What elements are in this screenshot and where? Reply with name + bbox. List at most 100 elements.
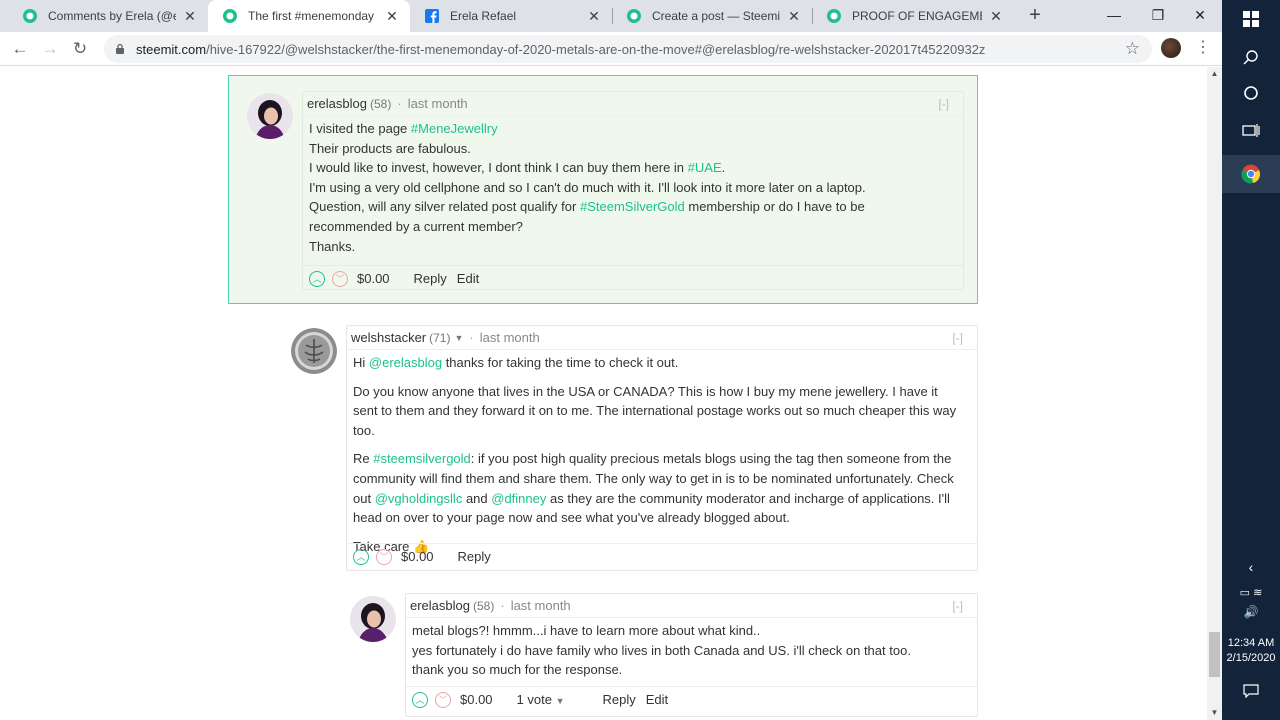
edit-link[interactable]: Edit bbox=[646, 692, 668, 707]
votes-count[interactable]: 1 vote ▼ bbox=[517, 692, 565, 707]
forward-button[interactable]: → bbox=[38, 37, 62, 61]
downvote-icon[interactable]: ﹀ bbox=[332, 270, 348, 287]
comment-paragraph: Do you know anyone that lives in the USA… bbox=[353, 382, 963, 441]
minimize-button[interactable]: — bbox=[1092, 0, 1136, 32]
url-path: /hive-167922/@welshstacker/the-first-men… bbox=[206, 41, 986, 57]
new-tab-button[interactable]: + bbox=[1024, 4, 1046, 26]
page-scrollbar[interactable]: ▲ ▼ bbox=[1207, 67, 1222, 720]
tag-link[interactable]: #MeneJewellry bbox=[411, 121, 498, 136]
bookmark-star-icon[interactable]: ☆ bbox=[1125, 39, 1140, 59]
tag-link[interactable]: @erelasblog bbox=[369, 355, 442, 370]
browser-tab-active[interactable]: The first #menemonday of 2 ✕ bbox=[208, 0, 410, 32]
reply-link[interactable]: Reply bbox=[603, 692, 636, 707]
collapse-button[interactable]: [-] bbox=[952, 599, 963, 613]
comment-line: thank you so much for the response. bbox=[412, 660, 963, 680]
comment-footer: ︿ ﹀ $0.00 Reply bbox=[347, 543, 977, 569]
upvote-icon[interactable]: ︿ bbox=[353, 548, 369, 565]
edit-link[interactable]: Edit bbox=[457, 271, 479, 286]
comment-timestamp[interactable]: last month bbox=[408, 96, 468, 111]
comment-text: metal blogs?! hmmm...i have to learn mor… bbox=[412, 623, 761, 638]
comment-box: welshstacker (71) ▼ · last month [-] Hi … bbox=[346, 325, 978, 571]
comment-text: and bbox=[462, 490, 492, 506]
scrollbar-thumb[interactable] bbox=[1209, 632, 1220, 677]
author-reputation: (58) bbox=[473, 598, 495, 613]
browser-tab[interactable]: Erela Refael ✕ bbox=[410, 0, 612, 32]
comment-text: . bbox=[721, 160, 726, 176]
browser-toolbar: ← → ↻ steemit.com/hive-167922/@welshstac… bbox=[0, 32, 1222, 66]
tag-link[interactable]: @dfinney bbox=[491, 491, 546, 506]
reply-link[interactable]: Reply bbox=[414, 271, 447, 286]
comment-body: I visited the page #MeneJewellry Their pr… bbox=[309, 119, 949, 256]
browser-tab[interactable]: Comments by Erela (@erelas ✕ bbox=[8, 0, 208, 32]
chrome-taskbar-icon[interactable] bbox=[1222, 155, 1280, 193]
payout-value[interactable]: $0.00 bbox=[460, 692, 493, 707]
comment-line: yes fortunately i do have family who liv… bbox=[412, 641, 963, 661]
close-window-button[interactable]: ✕ bbox=[1178, 0, 1222, 32]
comment-text: yes fortunately i do have family who liv… bbox=[412, 642, 911, 658]
steemit-icon bbox=[827, 9, 841, 23]
close-icon[interactable]: ✕ bbox=[182, 8, 198, 25]
downvote-icon[interactable]: ﹀ bbox=[435, 691, 451, 708]
browser-tab[interactable]: Create a post — Steemit ✕ bbox=[612, 0, 812, 32]
tag-link[interactable]: #steemsilvergold bbox=[373, 451, 471, 466]
clock-time: 12:34 AM bbox=[1227, 637, 1275, 649]
separator-dot: · bbox=[469, 330, 474, 345]
tab-title: Comments by Erela (@erelas bbox=[48, 9, 176, 23]
windows-start-icon[interactable] bbox=[1222, 0, 1280, 38]
comment-line: Thanks. bbox=[309, 237, 949, 257]
profile-avatar[interactable] bbox=[1161, 38, 1181, 58]
scroll-down-arrow-icon[interactable]: ▼ bbox=[1207, 706, 1222, 720]
upvote-icon[interactable]: ︿ bbox=[412, 691, 428, 708]
tag-link[interactable]: @vgholdingsllc bbox=[375, 491, 463, 506]
taskbar-clock[interactable]: 12:34 AM 2/15/2020 bbox=[1222, 636, 1280, 666]
comment-text: I would like to invest, however, I dont … bbox=[309, 160, 688, 176]
comment-timestamp[interactable]: last month bbox=[511, 598, 571, 613]
tag-link[interactable]: #UAE bbox=[688, 160, 722, 175]
reload-button[interactable]: ↻ bbox=[68, 37, 92, 61]
close-icon[interactable]: ✕ bbox=[586, 8, 602, 25]
comment-header: erelasblog (58) · last month [-] bbox=[303, 92, 963, 116]
collapse-button[interactable]: [-] bbox=[938, 97, 949, 111]
comment-author[interactable]: erelasblog bbox=[307, 96, 367, 111]
notifications-icon[interactable] bbox=[1222, 672, 1280, 710]
close-icon[interactable]: ✕ bbox=[988, 8, 1004, 25]
upvote-icon[interactable]: ︿ bbox=[309, 270, 325, 287]
search-icon[interactable] bbox=[1222, 38, 1280, 76]
scroll-up-arrow-icon[interactable]: ▲ bbox=[1207, 67, 1222, 81]
cortana-icon[interactable] bbox=[1222, 74, 1280, 112]
comment-line: I visited the page #MeneJewellry bbox=[309, 119, 949, 139]
close-icon[interactable]: ✕ bbox=[786, 8, 802, 25]
address-bar[interactable]: steemit.com/hive-167922/@welshstacker/th… bbox=[104, 35, 1152, 63]
task-view-icon[interactable] bbox=[1222, 112, 1280, 150]
tab-title: Create a post — Steemit bbox=[652, 9, 780, 23]
payout-value[interactable]: $0.00 bbox=[357, 271, 390, 286]
volume-icon[interactable]: 🔊 bbox=[1222, 593, 1280, 631]
windows-taskbar: ‹ ▭ ≋ 🔊 12:34 AM 2/15/2020 bbox=[1222, 0, 1280, 720]
close-icon[interactable]: ✕ bbox=[384, 8, 400, 25]
reply-link[interactable]: Reply bbox=[458, 549, 491, 564]
comment-header: welshstacker (71) ▼ · last month [-] bbox=[347, 326, 977, 350]
comment-author[interactable]: erelasblog bbox=[410, 598, 470, 613]
back-button[interactable]: ← bbox=[8, 37, 32, 61]
url-text: steemit.com/hive-167922/@welshstacker/th… bbox=[136, 42, 985, 57]
menu-kebab-icon[interactable]: ⋮ bbox=[1195, 37, 1211, 57]
comment-author[interactable]: welshstacker bbox=[351, 330, 426, 345]
comment-text: thanks for taking the time to check it o… bbox=[442, 355, 679, 370]
tag-link[interactable]: #SteemSilverGold bbox=[580, 199, 685, 214]
restore-button[interactable]: ❐ bbox=[1136, 0, 1180, 32]
avatar[interactable] bbox=[350, 596, 396, 642]
comment-text: Their products are fabulous. bbox=[309, 140, 471, 156]
collapse-button[interactable]: [-] bbox=[952, 331, 963, 345]
comment-line: Their products are fabulous. bbox=[309, 139, 949, 159]
payout-value[interactable]: $0.00 bbox=[401, 549, 434, 564]
avatar[interactable] bbox=[291, 328, 337, 374]
avatar[interactable] bbox=[247, 93, 293, 139]
comment-text: Do you know anyone that lives in the USA… bbox=[353, 383, 957, 438]
comment-footer: ︿ ﹀ $0.00 Reply Edit bbox=[303, 265, 963, 291]
comment-text: Thanks. bbox=[309, 238, 356, 254]
downvote-icon[interactable]: ﹀ bbox=[376, 548, 392, 565]
browser-tab[interactable]: PROOF OF ENGAGEMENT C ✕ bbox=[812, 0, 1014, 32]
comment-timestamp[interactable]: last month bbox=[480, 330, 540, 345]
chevron-down-icon[interactable]: ▼ bbox=[454, 333, 463, 343]
comment-text: Hi bbox=[353, 355, 369, 370]
